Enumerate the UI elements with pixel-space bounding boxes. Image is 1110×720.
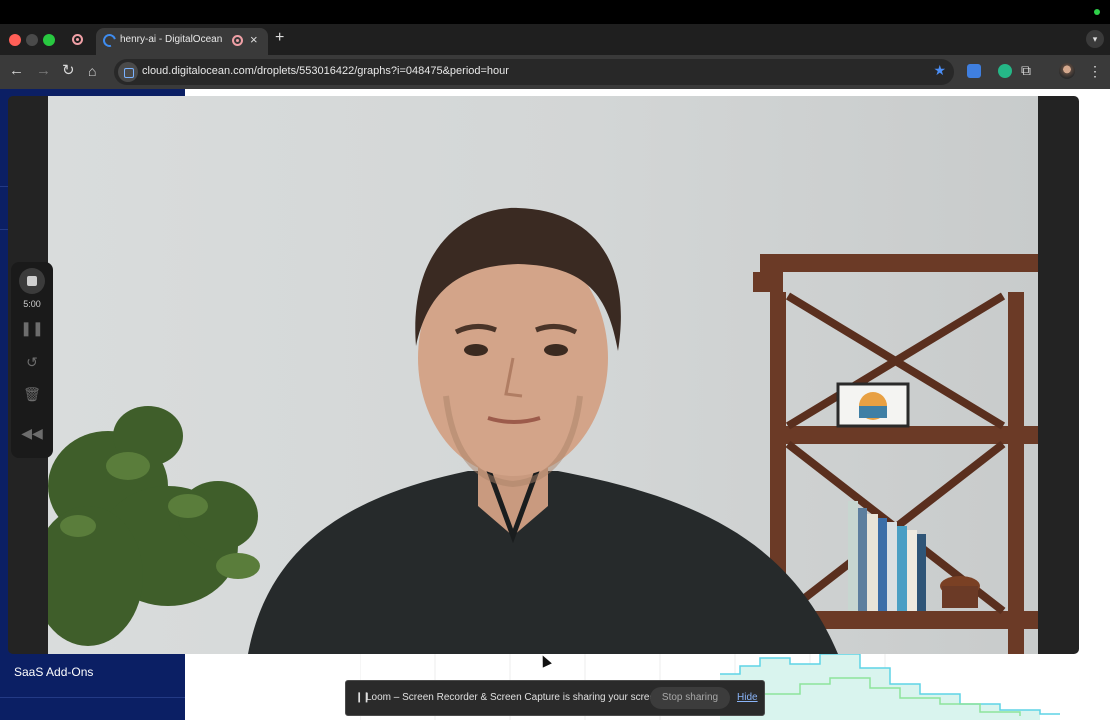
recording-timer: 5:00: [23, 299, 41, 309]
loom-camera-video[interactable]: [8, 96, 1079, 654]
digitalocean-favicon-icon: [100, 31, 119, 50]
stop-sharing-button[interactable]: Stop sharing: [650, 687, 730, 709]
pause-icon[interactable]: ❚❚: [11, 320, 53, 337]
extensions-puzzle-icon[interactable]: ⧉: [1021, 62, 1031, 79]
tab-list-chevron-icon[interactable]: ▾: [1086, 30, 1104, 48]
camera-feed-image: [48, 96, 1038, 654]
sidebar-divider: [0, 697, 185, 698]
bookmark-star-icon[interactable]: ★: [933, 62, 946, 79]
tab-close-button[interactable]: ×: [250, 32, 258, 48]
hide-sharing-bar-link[interactable]: Hide: [737, 692, 758, 703]
rewind-icon[interactable]: ◀◀: [11, 425, 53, 442]
system-top-bar: [0, 0, 1110, 24]
profile-avatar[interactable]: [1059, 63, 1075, 79]
browser-toolbar: ← → ↻ ⌂ cloud.digitalocean.com/droplets/…: [0, 55, 1110, 89]
window-zoom-button[interactable]: [43, 34, 55, 46]
extension-loom-icon[interactable]: [998, 64, 1012, 78]
url-text[interactable]: cloud.digitalocean.com/droplets/55301642…: [142, 65, 509, 77]
screen-sharing-bar: ❙❙ Loom – Screen Recorder & Screen Captu…: [345, 680, 765, 716]
extension-settings-icon[interactable]: [967, 64, 981, 78]
back-icon[interactable]: ←: [9, 63, 24, 79]
recording-icon: [72, 34, 83, 45]
home-icon[interactable]: ⌂: [88, 63, 96, 79]
browser-tab-strip: henry-ai - DigitalOcean ×: [0, 24, 1110, 55]
loom-recording-controls: 5:00 ❚❚ ↺ 🗑 ◀◀: [11, 262, 53, 458]
tab-title: henry-ai - DigitalOcean: [120, 34, 223, 45]
forward-icon[interactable]: →: [36, 63, 51, 79]
window-minimize-button[interactable]: [26, 34, 38, 46]
window-close-button[interactable]: [9, 34, 21, 46]
browser-tab-active[interactable]: henry-ai - DigitalOcean ×: [96, 28, 268, 55]
site-info-icon[interactable]: [118, 62, 138, 82]
camera-indicator-icon: [1094, 9, 1100, 15]
sharing-message: Loom – Screen Recorder & Screen Capture …: [366, 692, 664, 703]
reload-icon[interactable]: ↻: [62, 63, 75, 79]
new-tab-button[interactable]: +: [275, 29, 284, 47]
restart-icon[interactable]: ↺: [11, 354, 53, 371]
trash-icon[interactable]: 🗑: [11, 386, 53, 403]
sidebar-item-saas-add-ons[interactable]: SaaS Add-Ons: [14, 665, 93, 679]
browser-menu-icon[interactable]: ⋮: [1088, 63, 1102, 80]
address-bar[interactable]: cloud.digitalocean.com/droplets/55301642…: [114, 59, 954, 85]
tab-recording-icon: [232, 35, 243, 46]
stop-recording-icon[interactable]: [19, 268, 45, 294]
